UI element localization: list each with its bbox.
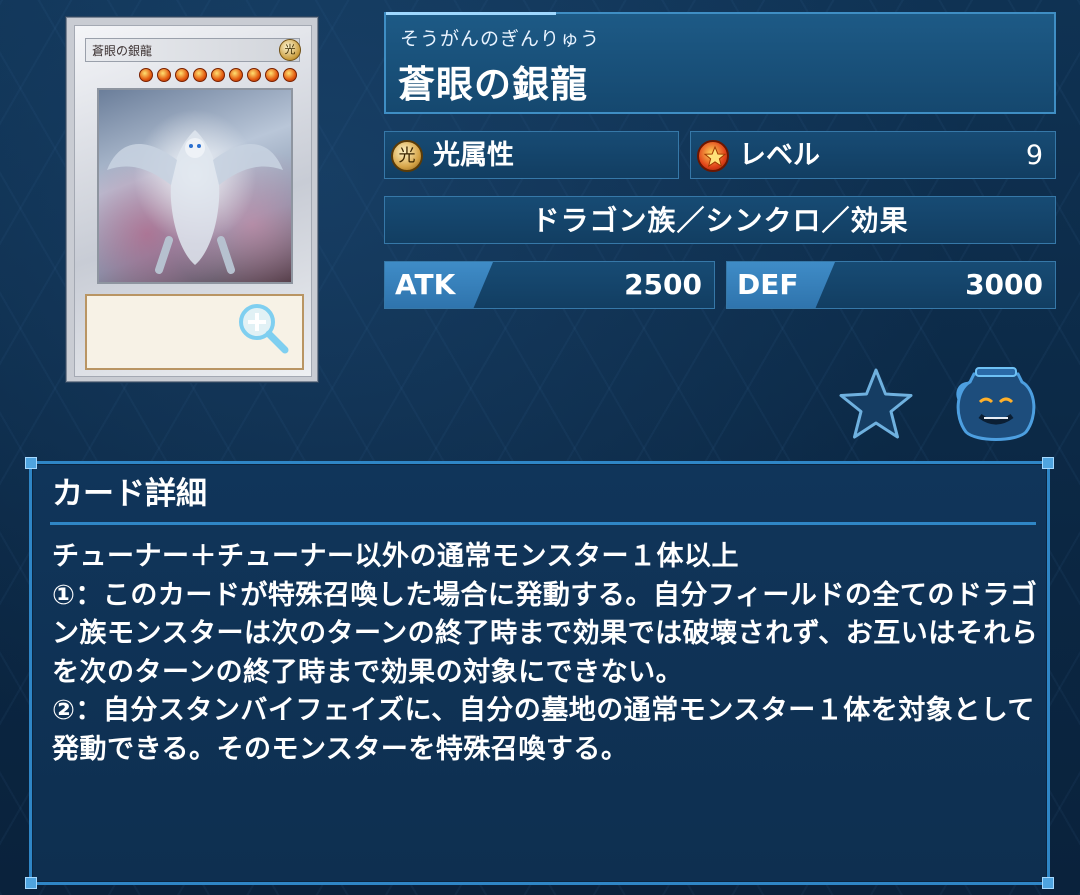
atk-box: ATK 2500 bbox=[384, 261, 715, 309]
level-star-icon bbox=[283, 68, 297, 82]
level-label: レベル bbox=[739, 140, 820, 171]
detail-title: カード詳細 bbox=[52, 476, 207, 512]
level-value: 9 bbox=[1025, 140, 1043, 171]
dragon-artwork-icon bbox=[107, 130, 283, 274]
card-image-name: 蒼眼の銀龍 bbox=[85, 38, 300, 62]
card-image[interactable]: 蒼眼の銀龍 光 bbox=[66, 17, 318, 382]
panel-corner bbox=[25, 457, 37, 469]
attribute-label: 光属性 bbox=[433, 140, 514, 171]
level-star-icon bbox=[175, 68, 189, 82]
detail-divider bbox=[50, 522, 1036, 525]
panel-corner bbox=[1042, 877, 1054, 889]
level-box: レベル 9 bbox=[690, 131, 1056, 179]
card-image-attribute-icon: 光 bbox=[279, 39, 301, 61]
atk-value: 2500 bbox=[624, 268, 702, 301]
magnifier-zoom-icon[interactable] bbox=[235, 300, 291, 356]
level-star-icon bbox=[193, 68, 207, 82]
panel-corner bbox=[1042, 457, 1054, 469]
def-value: 3000 bbox=[965, 268, 1043, 301]
level-star-icon bbox=[211, 68, 225, 82]
light-attribute-icon: 光 bbox=[391, 140, 423, 172]
card-image-level-stars bbox=[139, 68, 297, 82]
panel-corner bbox=[25, 877, 37, 889]
def-tag: DEF bbox=[727, 262, 835, 308]
type-line: ドラゴン族／シンクロ／効果 bbox=[384, 196, 1056, 244]
def-label: DEF bbox=[737, 268, 799, 301]
card-name: 蒼眼の銀龍 bbox=[398, 63, 588, 106]
attribute-box: 光 光属性 bbox=[384, 131, 679, 179]
star-icon[interactable] bbox=[836, 366, 916, 442]
def-box: DEF 3000 bbox=[726, 261, 1056, 309]
level-star-icon bbox=[139, 68, 153, 82]
card-name-ruby: そうがんのぎんりゅう bbox=[400, 28, 601, 50]
pot-of-greed-icon[interactable] bbox=[950, 364, 1042, 444]
level-star-icon bbox=[247, 68, 261, 82]
card-detail-panel: カード詳細 チューナー＋チューナー以外の通常モンスター１体以上 ①：このカードが… bbox=[25, 457, 1054, 889]
level-star-icon bbox=[229, 68, 243, 82]
card-name-panel: そうがんのぎんりゅう 蒼眼の銀龍 bbox=[384, 12, 1056, 114]
atk-tag: ATK bbox=[385, 262, 493, 308]
level-star-icon bbox=[157, 68, 171, 82]
level-star-icon bbox=[265, 68, 279, 82]
level-star-icon bbox=[697, 140, 729, 172]
atk-label: ATK bbox=[395, 268, 456, 301]
card-artwork bbox=[97, 88, 293, 284]
card-effect-text: チューナー＋チューナー以外の通常モンスター１体以上 ①：このカードが特殊召喚した… bbox=[52, 541, 1039, 765]
